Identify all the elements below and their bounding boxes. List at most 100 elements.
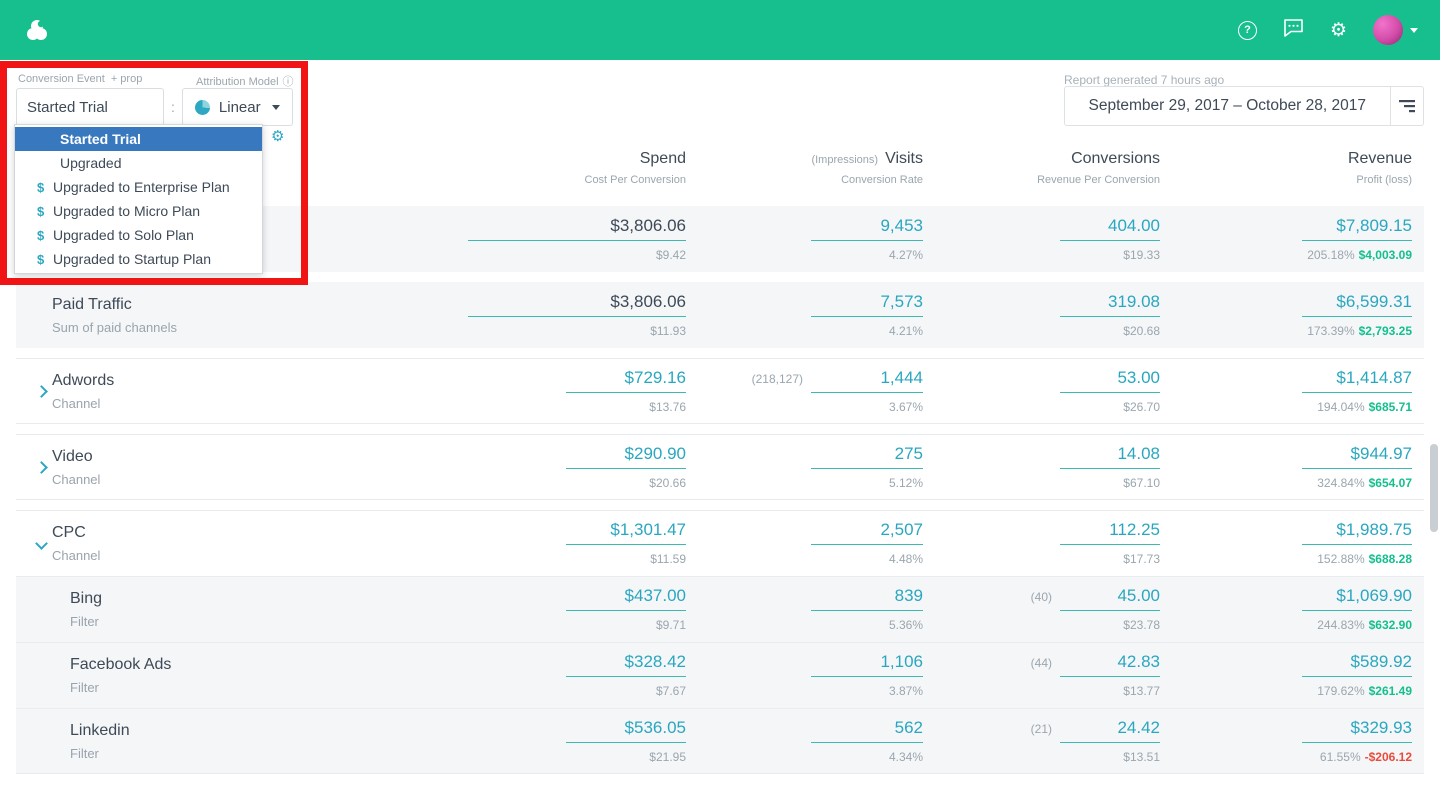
expand-chevron-icon[interactable]	[30, 387, 52, 396]
spend-value[interactable]: $3,806.06	[468, 217, 686, 241]
table-row[interactable]: Bing Filter $437.00 $9.71 839 5.36% (40)…	[16, 576, 1424, 642]
visits-value[interactable]: 2,507	[811, 521, 923, 545]
spend-value[interactable]: $437.00	[566, 587, 686, 611]
settings-gear-icon[interactable]: ⚙	[1330, 21, 1347, 40]
column-settings-gear-icon[interactable]: ⚙	[271, 127, 284, 145]
revenue-value[interactable]: $1,989.75	[1302, 521, 1412, 545]
dropdown-item-label: Upgraded to Startup Plan	[53, 251, 211, 267]
dropdown-item[interactable]: $ Started Trial	[15, 127, 262, 151]
chevron-down-icon	[1410, 27, 1418, 33]
spend-value[interactable]: $536.05	[566, 719, 686, 743]
conversions-value[interactable]: 45.00	[1060, 587, 1160, 611]
header-conversions[interactable]: Conversions Revenue Per Conversion	[923, 150, 1160, 186]
visits-value[interactable]: 839	[811, 587, 923, 611]
table-row[interactable]: CPC Channel $1,301.47 $11.59 2,507 4.48%…	[16, 510, 1424, 576]
add-prop-button[interactable]: + prop	[111, 73, 143, 85]
header-spend[interactable]: Spend Cost Per Conversion	[449, 150, 687, 186]
visits-value[interactable]: 7,573	[811, 293, 923, 317]
revenue-value[interactable]: $944.97	[1302, 445, 1412, 469]
table-row[interactable]: Video Channel $290.90 $20.66 275 5.12% 1…	[16, 434, 1424, 500]
dropdown-item[interactable]: $ Upgraded to Enterprise Plan	[15, 175, 262, 199]
profit-percent: 152.88%	[1317, 552, 1365, 566]
row-name: Bing	[70, 590, 103, 607]
date-range-picker[interactable]: September 29, 2017 – October 28, 2017	[1063, 86, 1424, 126]
visits-value[interactable]: 562	[811, 719, 923, 743]
table-row[interactable]: Paid Traffic Sum of paid channels $3,806…	[16, 282, 1424, 348]
profit-amount: $654.07	[1368, 475, 1412, 490]
table-row[interactable]: Facebook Ads Filter $328.42 $7.67 1,106 …	[16, 642, 1424, 708]
report-options-button[interactable]	[1390, 87, 1423, 125]
row-subtitle: Sum of paid channels	[52, 319, 178, 335]
profit-amount: $4,003.09	[1358, 247, 1412, 262]
profit-amount: $688.28	[1368, 552, 1412, 566]
attribution-model-label-text: Attribution Model	[196, 76, 279, 88]
revenue-per-conversion: $17.73	[1123, 552, 1160, 566]
conversions-value[interactable]: 112.25	[1060, 521, 1160, 545]
conversions-value[interactable]: 14.08	[1060, 445, 1160, 469]
row-name: Facebook Ads	[70, 656, 172, 673]
spend-value[interactable]: $328.42	[566, 653, 686, 677]
row-name: Video	[52, 447, 93, 465]
visits-value[interactable]: 9,453	[811, 217, 923, 241]
visits-value[interactable]: 1,444	[811, 369, 923, 393]
user-menu[interactable]	[1373, 15, 1418, 45]
conversion-count-badge: (44)	[1030, 656, 1052, 670]
spend-value[interactable]: $3,806.06	[468, 293, 686, 317]
attribution-logo-icon[interactable]	[22, 15, 52, 45]
vertical-scrollbar[interactable]	[1430, 444, 1438, 532]
expand-chevron-icon[interactable]	[30, 463, 52, 472]
conversion-event-label: Conversion Event + prop	[18, 73, 142, 85]
dropdown-item-label: Upgraded	[60, 155, 122, 171]
conversion-rate: 4.27%	[888, 247, 923, 262]
row-subtitle: Channel	[52, 548, 101, 563]
table-row[interactable]: Adwords Channel $729.16 $13.76 (218,127)…	[16, 358, 1424, 424]
revenue-per-conversion: $19.33	[1123, 247, 1160, 262]
revenue-value[interactable]: $7,809.15	[1302, 217, 1412, 241]
conversion-event-dropdown-list: $ Started Trial $ Upgraded $ Upgraded to…	[14, 124, 263, 274]
help-icon[interactable]: ?	[1237, 20, 1257, 40]
revenue-value[interactable]: $1,414.87	[1302, 369, 1412, 393]
spend-value[interactable]: $1,301.47	[566, 521, 686, 545]
spend-value[interactable]: $290.90	[566, 445, 686, 469]
header-revenue[interactable]: Revenue Profit (loss)	[1160, 150, 1412, 186]
table-row[interactable]: Linkedin Filter $536.05 $21.95 562 4.34%…	[16, 708, 1424, 774]
revenue-per-conversion: $23.78	[1123, 618, 1160, 632]
revenue-value[interactable]: $589.92	[1302, 653, 1412, 677]
row-name: Linkedin	[70, 721, 130, 739]
cost-per-conversion: $9.71	[655, 618, 686, 632]
chat-icon[interactable]	[1283, 18, 1304, 42]
info-icon[interactable]: ⓘ	[283, 76, 294, 88]
cost-per-conversion: $9.42	[655, 247, 686, 262]
profit-percent: 194.04%	[1317, 399, 1365, 414]
dropdown-item[interactable]: $ Upgraded to Solo Plan	[15, 223, 262, 247]
visits-value[interactable]: 1,106	[811, 653, 923, 677]
row-subtitle: Filter	[70, 614, 99, 629]
dropdown-item[interactable]: $ Upgraded	[15, 151, 262, 175]
dropdown-item-label: Started Trial	[60, 131, 141, 147]
dropdown-item[interactable]: $ Upgraded to Startup Plan	[15, 247, 262, 271]
row-name: Paid Traffic	[52, 295, 132, 313]
visits-value[interactable]: 275	[811, 445, 923, 469]
conversions-value[interactable]: 24.42	[1060, 719, 1160, 743]
date-range-text[interactable]: September 29, 2017 – October 28, 2017	[1065, 87, 1390, 125]
conversion-event-input[interactable]	[16, 88, 164, 126]
conversions-value[interactable]: 42.83	[1060, 653, 1160, 677]
dollar-icon: $	[37, 203, 45, 219]
header-visits[interactable]: (Impressions) Visits Conversion Rate	[686, 150, 923, 186]
conversion-rate: 4.48%	[888, 552, 923, 566]
chevron-down-icon	[271, 104, 280, 110]
conversions-value[interactable]: 319.08	[1060, 293, 1160, 317]
avatar[interactable]	[1373, 15, 1403, 45]
revenue-value[interactable]: $1,069.90	[1302, 587, 1412, 611]
attribution-model-dropdown[interactable]: Linear	[181, 88, 293, 126]
dropdown-item[interactable]: $ Upgraded to Micro Plan	[15, 199, 262, 223]
conversion-rate: 5.12%	[888, 475, 923, 490]
conversions-value[interactable]: 404.00	[1060, 217, 1160, 241]
spend-value[interactable]: $729.16	[566, 369, 686, 393]
conversions-value[interactable]: 53.00	[1060, 369, 1160, 393]
profit-amount: $632.90	[1368, 618, 1412, 632]
revenue-value[interactable]: $6,599.31	[1302, 293, 1412, 317]
top-nav: ? ⚙	[0, 0, 1440, 60]
revenue-value[interactable]: $329.93	[1302, 719, 1412, 743]
expand-chevron-icon[interactable]	[30, 539, 52, 548]
